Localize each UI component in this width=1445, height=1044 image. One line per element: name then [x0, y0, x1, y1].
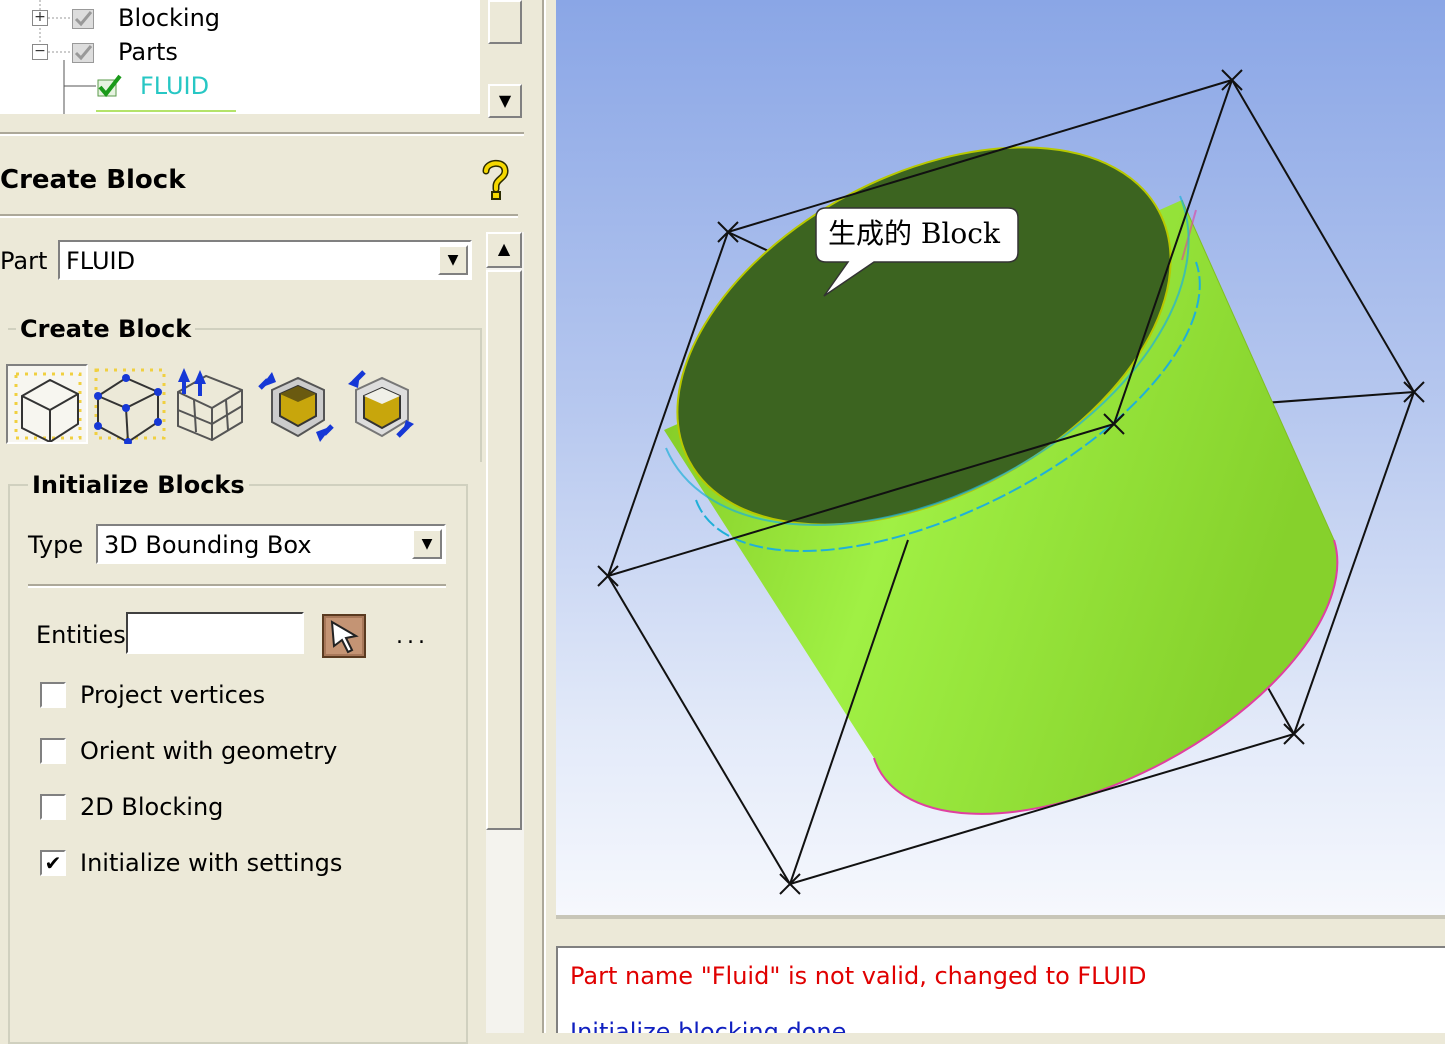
convert-3d-2d-button[interactable] [340, 364, 422, 444]
from-vertices-faces-icon [94, 368, 166, 446]
entities-label: Entities [36, 621, 126, 649]
check-icon [74, 11, 93, 27]
type-label: Type [28, 531, 84, 559]
part-select[interactable]: FLUID ▼ [58, 240, 472, 280]
3d-to-2d-icon [348, 370, 414, 438]
cursor-select-icon [322, 614, 366, 658]
entities-input[interactable] [126, 612, 304, 654]
2d-blocking-label: 2D Blocking [80, 793, 224, 821]
panel-splitter[interactable] [542, 0, 546, 1033]
panel-scroll-up-button[interactable]: ▲ [486, 232, 522, 268]
green-check-icon [97, 74, 122, 98]
message-log: Part name "Fluid" is not valid, changed … [556, 946, 1445, 1033]
2d-to-3d-icon [258, 372, 334, 442]
graphics-viewport[interactable]: 生成的 Block [556, 0, 1445, 915]
initialize-settings-label: Initialize with settings [80, 849, 343, 877]
divider [0, 214, 518, 218]
tree-item-cutoff [96, 106, 246, 114]
orient-geometry-checkbox[interactable] [40, 738, 66, 764]
divider [28, 584, 446, 588]
tree-expander-blocking[interactable]: + [32, 10, 48, 26]
initialize-blocks-button[interactable] [6, 364, 88, 444]
2d-blocking-checkbox[interactable] [40, 794, 66, 820]
viewport-divider[interactable] [556, 915, 1445, 946]
vertices-block-button[interactable] [90, 364, 172, 446]
part-label: Part [0, 247, 48, 275]
convert-2d-3d-button[interactable] [256, 364, 338, 444]
callout-text: 生成的 Block [828, 217, 1000, 250]
help-question-icon[interactable] [478, 158, 512, 200]
divider [0, 132, 524, 136]
project-vertices-checkbox[interactable] [40, 682, 66, 708]
orient-geometry-label: Orient with geometry [80, 737, 338, 765]
message-line: Part name "Fluid" is not valid, changed … [570, 962, 1147, 990]
tree-scroll-down-button[interactable]: ▼ [488, 84, 522, 118]
tree-scrollbar[interactable]: ▼ [486, 0, 522, 118]
part-select-value: FLUID [66, 247, 136, 275]
type-select[interactable]: 3D Bounding Box ▼ [96, 524, 446, 564]
more-options-button[interactable]: ... [396, 622, 429, 652]
create-block-group-title: Create Block [16, 314, 196, 344]
tree-checkbox-parts[interactable] [72, 43, 94, 63]
tree-expander-parts[interactable]: − [32, 44, 48, 60]
panel-scrollbar[interactable]: ▲ [486, 232, 524, 1033]
initialize-blocks-group-title: Initialize Blocks [28, 470, 249, 500]
chevron-down-icon[interactable]: ▼ [438, 245, 468, 275]
model-drawing [597, 69, 1425, 895]
left-panel: + Blocking − Parts FLUID ▼ Create Block [0, 0, 548, 1044]
panel-scroll-thumb[interactable] [486, 270, 522, 830]
message-line: Initialize blocking done [570, 1018, 847, 1033]
model-tree: + Blocking − Parts FLUID [0, 0, 480, 114]
tree-checkbox-blocking[interactable] [72, 9, 94, 29]
initialize-settings-checkbox[interactable]: ✔ [40, 850, 66, 876]
panel-title: Create Block [0, 165, 186, 195]
tree-item-fluid[interactable]: FLUID [140, 72, 209, 100]
type-select-value: 3D Bounding Box [104, 531, 312, 559]
chevron-down-icon[interactable]: ▼ [412, 529, 442, 559]
select-entities-button[interactable] [322, 614, 366, 658]
tree-checkbox-fluid[interactable] [96, 74, 122, 98]
project-vertices-label: Project vertices [80, 681, 266, 709]
extrude-block-button[interactable] [172, 364, 254, 444]
tree-item-parts[interactable]: Parts [118, 38, 178, 66]
check-icon [74, 45, 93, 61]
tree-item-blocking[interactable]: Blocking [118, 4, 220, 32]
tree-scroll-thumb[interactable] [488, 0, 522, 44]
extrude-2d-blocks-icon [177, 368, 243, 442]
initialize-blocks-icon [14, 372, 82, 444]
